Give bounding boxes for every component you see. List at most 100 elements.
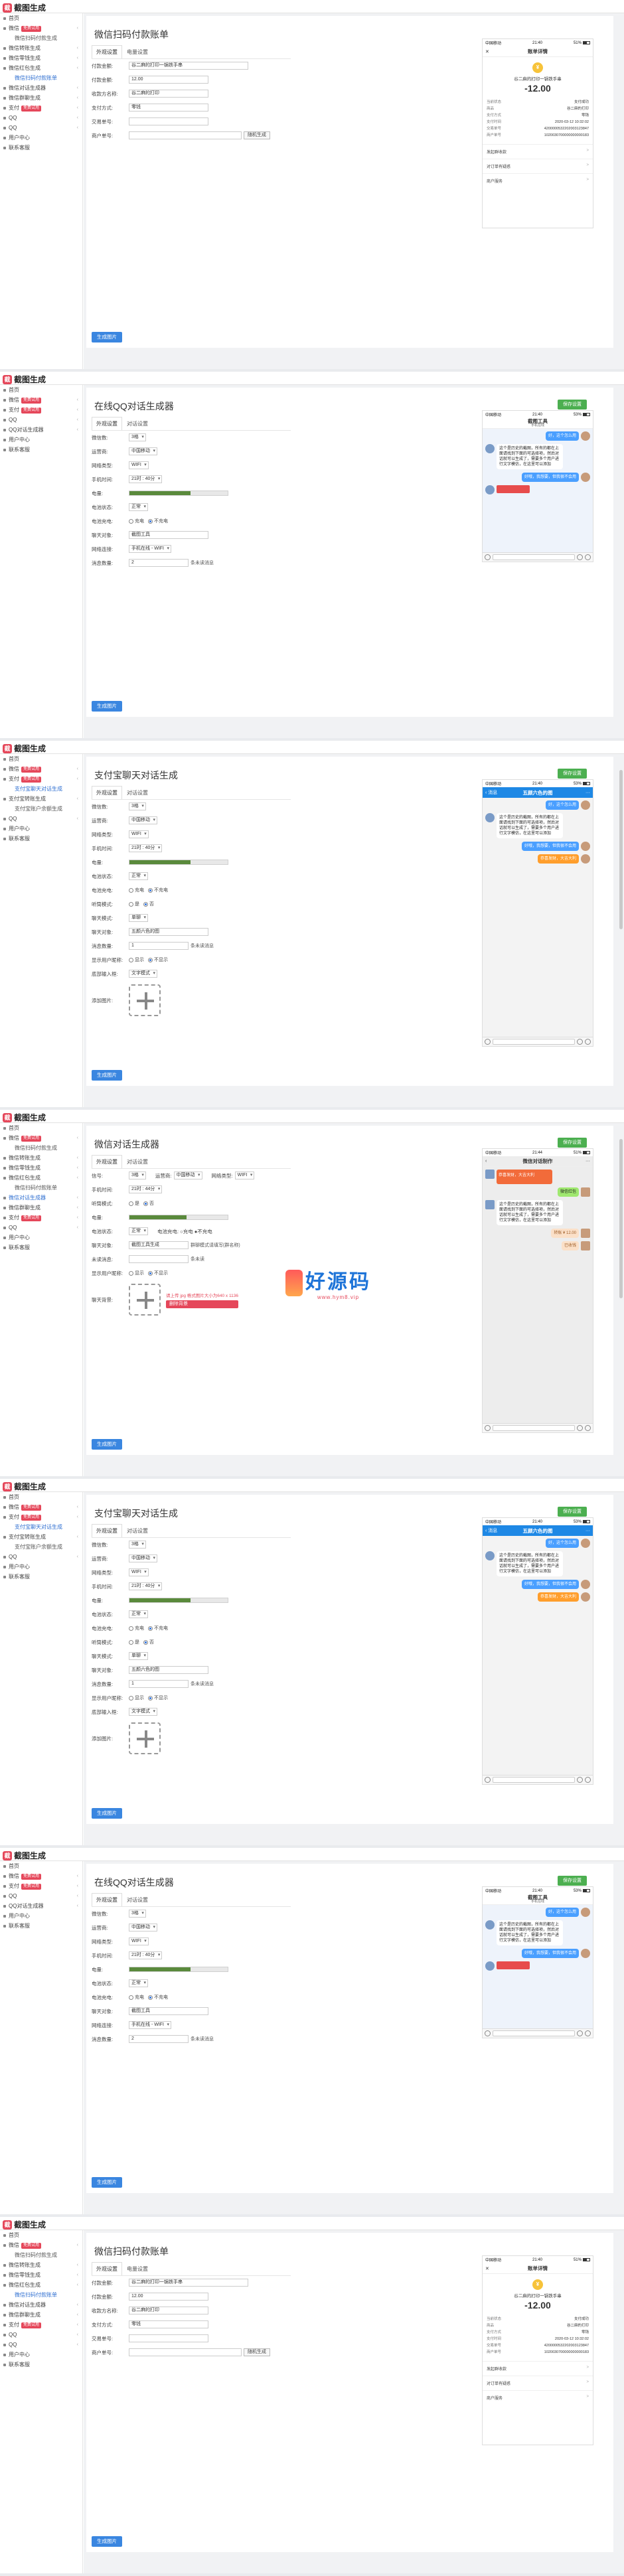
upload-plus-icon[interactable] (129, 1722, 161, 1754)
plus-icon[interactable] (585, 2030, 591, 2036)
sidebar-item[interactable]: QQ ‹ (0, 1891, 82, 1901)
radio-option[interactable]: 不显示 (148, 956, 168, 963)
text-input[interactable]: 谷二麻的打印一锅铁手串 (129, 2279, 248, 2287)
tab-appearance[interactable]: 外观设置 (92, 1893, 122, 1906)
sidebar-item[interactable]: 微信红包生成 ‹ (0, 2280, 82, 2290)
select-dropdown[interactable]: 3格 (129, 1541, 146, 1549)
sidebar-item[interactable]: 支付宝转账生成 ‹ (0, 794, 82, 804)
select-dropdown[interactable]: 中国移动 (129, 816, 157, 824)
sidebar-item[interactable]: 支付宝账户余额生成 (0, 1542, 82, 1552)
select-dropdown[interactable]: WIFI (129, 461, 149, 469)
message-input[interactable] (493, 1425, 575, 1431)
tab-appearance[interactable]: 外观设置 (92, 1524, 122, 1537)
tab-settings[interactable]: 电量设置 (122, 2262, 153, 2275)
tab-settings[interactable]: 电量设置 (122, 45, 153, 58)
select-dropdown[interactable]: 21时 : 40分 (129, 1951, 163, 1959)
radio-option[interactable]: 否 (143, 1200, 154, 1207)
back-icon[interactable]: ‹ (485, 1159, 487, 1164)
text-input[interactable]: 五颜六色的图 (129, 1666, 208, 1674)
text-input[interactable]: 零钱 (129, 2320, 208, 2328)
text-input[interactable]: 2 (129, 559, 189, 567)
sidebar-item[interactable]: QQ ‹ (0, 2340, 82, 2350)
select-dropdown[interactable]: 手机在线 - WIFI (129, 545, 171, 553)
select-dropdown[interactable]: 21时 : 40分 (129, 1582, 163, 1590)
text-input[interactable]: 1 (129, 1680, 189, 1688)
emoji-icon[interactable] (577, 1039, 583, 1045)
sidebar-item[interactable]: 支付 免费试用 ‹ (0, 103, 82, 113)
select-dropdown[interactable]: 文字模式 (129, 1708, 157, 1716)
radio-option[interactable]: 显示 (129, 1695, 144, 1701)
sidebar-item[interactable]: 微信扫码付款生成 (0, 1143, 82, 1153)
select-dropdown[interactable]: 中国移动 (129, 1924, 157, 1932)
text-input[interactable] (129, 131, 242, 139)
scrollbar[interactable] (619, 1139, 623, 1298)
sidebar-item[interactable]: 支付宝账户余额生成 (0, 804, 82, 814)
sidebar-item[interactable]: QQ ‹ (0, 2330, 82, 2340)
text-input[interactable]: 12.00 (129, 76, 208, 84)
sidebar-item[interactable]: 微信 免费试用 ‹ (0, 23, 82, 33)
sidebar-item[interactable]: 用户中心 (0, 1233, 82, 1243)
select-dropdown[interactable]: 中国移动 (129, 447, 157, 455)
sidebar-item[interactable]: 支付 免费试用 ‹ (0, 1512, 82, 1522)
select-dropdown[interactable]: 中国移动 (173, 1172, 202, 1179)
sidebar-item[interactable]: 微信扫码付款生成 (0, 2250, 82, 2260)
sidebar-item[interactable]: 首页 (0, 1492, 82, 1502)
voice-icon[interactable] (485, 1039, 491, 1045)
radio-option[interactable]: 不充电 (148, 1994, 168, 2001)
select-dropdown[interactable]: 正常 (129, 1979, 148, 1987)
random-generate-button[interactable]: 随机生成 (244, 2348, 270, 2356)
select-dropdown[interactable]: 中国移动 (129, 1554, 157, 1562)
sidebar-item[interactable]: 微信 免费试用 ‹ (0, 764, 82, 774)
app-logo[interactable]: 截截图生成 (3, 374, 46, 385)
sidebar-item[interactable]: 首页 (0, 1123, 82, 1133)
radio-option[interactable]: 是 (129, 1200, 139, 1207)
radio-option[interactable]: 不显示 (148, 1270, 168, 1276)
radio-option[interactable]: 是 (129, 1639, 139, 1645)
sidebar-item[interactable]: 微信对话生成器 ‹ (0, 83, 82, 93)
sidebar-item[interactable]: 联系客服 (0, 143, 82, 153)
voice-icon[interactable] (485, 1777, 491, 1783)
voice-icon[interactable] (485, 1425, 491, 1431)
receipt-link-row[interactable]: 发起群收款 > (483, 144, 593, 159)
tab-appearance[interactable]: 外观设置 (92, 1155, 122, 1168)
emoji-icon[interactable] (577, 1777, 583, 1783)
select-dropdown[interactable]: 3格 (129, 433, 146, 441)
select-dropdown[interactable]: 手机在线 - WIFI (129, 2021, 171, 2029)
select-dropdown[interactable]: WIFI (129, 1937, 149, 1945)
sidebar-item[interactable]: 用户中心 (0, 1562, 82, 1572)
voice-icon[interactable] (485, 2030, 491, 2036)
sidebar-item[interactable]: 微信对话生成器 ‹ (0, 1193, 82, 1203)
plus-icon[interactable] (585, 1777, 591, 1783)
sidebar-item[interactable]: 微信扫码付款账单 (0, 2290, 82, 2300)
voice-icon[interactable] (485, 554, 491, 560)
receipt-link-row[interactable]: 对订单有疑惑 > (483, 159, 593, 173)
sidebar-item[interactable]: 用户中心 (0, 133, 82, 143)
sidebar-item[interactable]: 微信群聊生成 ‹ (0, 93, 82, 103)
select-dropdown[interactable]: 正常 (129, 1227, 148, 1235)
sidebar-item[interactable]: 微信 免费试用 ‹ (0, 1871, 82, 1881)
sidebar-item[interactable]: 微信对话生成器 ‹ (0, 2300, 82, 2310)
tab-settings[interactable]: 对话设置 (122, 1155, 153, 1168)
sidebar-item[interactable]: 微信 免费试用 ‹ (0, 1133, 82, 1143)
radio-option[interactable]: 充电 (129, 887, 144, 893)
text-input[interactable]: 截图工具 (129, 531, 208, 539)
select-dropdown[interactable]: 单聊 (129, 1652, 148, 1660)
sidebar-item[interactable]: 联系客服 (0, 1921, 82, 1931)
app-logo[interactable]: 截截图生成 (3, 1850, 46, 1861)
text-input[interactable] (129, 117, 208, 125)
text-input[interactable] (129, 2334, 208, 2342)
app-logo[interactable]: 截截图生成 (3, 1112, 46, 1123)
select-dropdown[interactable]: 3格 (129, 1172, 146, 1179)
upload-plus-icon[interactable] (129, 1284, 161, 1316)
select-dropdown[interactable]: WIFI (234, 1172, 255, 1179)
text-input[interactable]: 谷二麻的打印 (129, 2307, 208, 2314)
sidebar-item[interactable]: 首页 (0, 1861, 82, 1871)
select-dropdown[interactable]: 21时 : 44分 (129, 1185, 163, 1193)
select-dropdown[interactable]: 文字模式 (129, 970, 157, 978)
sidebar-item[interactable]: QQ ‹ (0, 1223, 82, 1233)
receipt-link-row[interactable]: 发起群收款 > (483, 2361, 593, 2376)
sidebar-item[interactable]: 支付宝聊天对话生成 (0, 784, 82, 794)
delete-background-button[interactable]: 删除背景 (166, 1300, 238, 1308)
battery-slider[interactable] (129, 1215, 228, 1220)
sidebar-item[interactable]: 微信群聊生成 ‹ (0, 2310, 82, 2320)
